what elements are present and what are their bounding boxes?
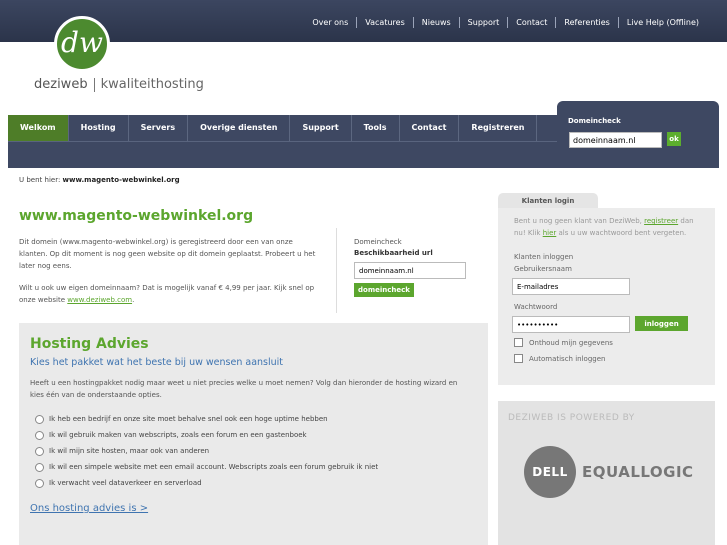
login-tab[interactable]: Klanten login (498, 193, 598, 209)
deziweb-link[interactable]: www.deziweb.com (67, 296, 132, 304)
breadcrumb-prefix: U bent hier: (19, 176, 61, 184)
login-heading: Klanten inloggen (514, 253, 574, 261)
advies-option-label: Ik heb een bedrijf en onze site moet beh… (49, 415, 328, 423)
topnav-nieuws[interactable]: Nieuws (412, 17, 459, 28)
radio-icon[interactable] (35, 478, 44, 488)
logo-icon[interactable]: dw (54, 16, 110, 72)
radio-icon[interactable] (35, 446, 44, 456)
logo-separator (93, 77, 95, 92)
register-link[interactable]: registreer (644, 217, 678, 225)
header-domain-check-label: Domeincheck (568, 117, 621, 125)
auto-login-checkbox[interactable]: Automatisch inloggen (514, 354, 605, 363)
top-navigation: Over ons Vacatures Nieuws Support Contac… (304, 17, 707, 28)
logo-wordmark[interactable]: deziweb kwaliteithosting (34, 77, 204, 92)
main-navigation: Welkom Hosting Servers Overige diensten … (8, 115, 538, 141)
header-domain-ok-button[interactable]: ok (667, 132, 681, 146)
forgot-password-link[interactable]: hier (543, 229, 557, 237)
dell-logo: DELL (524, 446, 576, 498)
password-input[interactable] (512, 316, 630, 333)
domain-check-form: Domeincheck Beschikbaarheid url domeinch… (354, 238, 466, 297)
advies-description: Heeft u een hostingpakket nodig maar wee… (30, 379, 458, 399)
advies-option[interactable]: Ik wil gebruik maken van webscripts, zoa… (35, 427, 378, 443)
topnav-live-help[interactable]: Live Help (Offline) (617, 17, 707, 28)
advies-title: Hosting Advies (30, 336, 149, 352)
radio-icon[interactable] (35, 414, 44, 424)
advies-subtitle: Kies het pakket wat het beste bij uw wen… (30, 357, 284, 368)
nav-overige-diensten[interactable]: Overige diensten (188, 115, 291, 141)
domain-check-input[interactable] (354, 262, 466, 279)
advies-option-label: Ik wil mijn site hosten, maar ook van an… (49, 447, 210, 455)
auto-login-label: Automatisch inloggen (529, 354, 606, 363)
nav-hosting[interactable]: Hosting (69, 115, 129, 141)
advies-option-label: Ik wil een simpele website met een email… (49, 463, 379, 471)
advies-option[interactable]: Ik verwacht veel dataverkeer en serverlo… (35, 475, 378, 491)
domain-check-sublabel: Beschikbaarheid url (354, 249, 433, 257)
advies-option[interactable]: Ik wil een simpele website met een email… (35, 459, 378, 475)
nav-support[interactable]: Support (290, 115, 352, 141)
radio-icon[interactable] (35, 462, 44, 472)
login-button[interactable]: inloggen (635, 316, 688, 331)
advies-option-label: Ik wil gebruik maken van webscripts, zoa… (49, 431, 307, 439)
powered-by-panel: DEZIWEB IS POWERED BY DELL EQUALLOGIC (498, 401, 715, 545)
header-domain-input[interactable] (569, 132, 662, 148)
radio-icon[interactable] (35, 430, 44, 440)
breadcrumb: U bent hier: www.magento-webwinkel.org (19, 176, 180, 184)
topnav-vacatures[interactable]: Vacatures (356, 17, 412, 28)
equallogic-logo: EQUALLOGIC (582, 463, 694, 481)
username-label: Gebruikersnaam (514, 265, 572, 273)
login-body: Bent u nog geen klant van DeziWeb, regis… (498, 208, 715, 385)
logo-tagline: kwaliteithosting (100, 77, 204, 92)
domain-check-label: Domeincheck (354, 238, 402, 246)
intro-paragraph-1: Dit domein (www.magento-webwinkel.org) i… (19, 238, 316, 270)
nav-registreren[interactable]: Registreren (459, 115, 538, 141)
advies-option[interactable]: Ik wil mijn site hosten, maar ook van an… (35, 443, 378, 459)
nav-tools[interactable]: Tools (352, 115, 400, 141)
login-info-text-a: Bent u nog geen klant van DeziWeb, (514, 217, 642, 225)
breadcrumb-current: www.magento-webwinkel.org (62, 176, 180, 184)
page-title: www.magento-webwinkel.org (19, 208, 254, 224)
intro-paragraph-2-text: Wilt u ook uw eigen domeinnaam? Dat is m… (19, 284, 315, 304)
header-domain-check: Domeincheck ok (557, 101, 719, 148)
klanten-login-panel: Klanten login Bent u nog geen klant van … (498, 193, 715, 385)
nav-contact[interactable]: Contact (400, 115, 460, 141)
username-input[interactable] (512, 278, 630, 295)
remember-me-checkbox[interactable]: Onthoud mijn gegevens (514, 338, 613, 347)
logo-name: deziweb (34, 77, 88, 92)
domain-check-button[interactable]: domeincheck (354, 283, 414, 297)
intro-paragraph-2-end: . (132, 296, 135, 304)
advies-options: Ik heb een bedrijf en onze site moet beh… (35, 411, 378, 491)
advies-option-label: Ik verwacht veel dataverkeer en serverlo… (49, 479, 202, 487)
advies-option[interactable]: Ik heb een bedrijf en onze site moet beh… (35, 411, 378, 427)
nav-welkom[interactable]: Welkom (8, 115, 69, 141)
checkbox-icon[interactable] (514, 354, 523, 363)
password-label: Wachtwoord (514, 303, 558, 311)
topnav-contact[interactable]: Contact (507, 17, 555, 28)
topnav-support[interactable]: Support (458, 17, 508, 28)
topnav-referenties[interactable]: Referenties (555, 17, 617, 28)
login-info-text-c: als u uw wachtwoord bent vergeten. (558, 229, 687, 237)
content-divider (336, 228, 337, 313)
hosting-advies-panel: Hosting Advies Kies het pakket wat het b… (19, 323, 488, 545)
intro-text: Dit domein (www.magento-webwinkel.org) i… (19, 236, 319, 316)
remember-me-label: Onthoud mijn gegevens (529, 338, 613, 347)
advies-link[interactable]: Ons hosting advies is > (30, 503, 148, 514)
checkbox-icon[interactable] (514, 338, 523, 347)
powered-by-label: DEZIWEB IS POWERED BY (508, 413, 635, 423)
top-header-bar: Over ons Vacatures Nieuws Support Contac… (0, 0, 727, 42)
intro-paragraph-2: Wilt u ook uw eigen domeinnaam? Dat is m… (19, 282, 319, 306)
login-info: Bent u nog geen klant van DeziWeb, regis… (514, 215, 704, 239)
topnav-over-ons[interactable]: Over ons (304, 17, 356, 28)
nav-servers[interactable]: Servers (129, 115, 189, 141)
